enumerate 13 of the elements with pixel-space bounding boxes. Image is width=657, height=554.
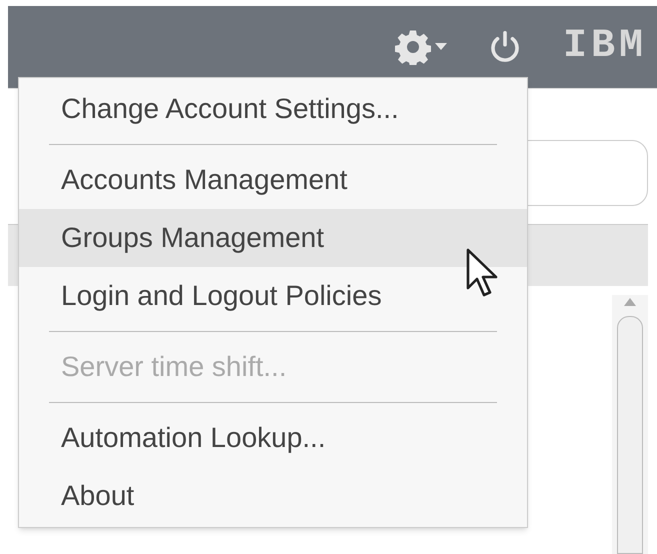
menu-item[interactable]: About	[19, 467, 527, 525]
scroll-thumb[interactable]	[617, 316, 643, 554]
scroll-bar[interactable]	[612, 295, 648, 554]
logo: IBM	[562, 27, 647, 67]
menu-item[interactable]: Automation Lookup...	[19, 409, 527, 467]
menu-item[interactable]: Change Account Settings...	[19, 80, 527, 138]
scroll-up-icon	[624, 298, 636, 306]
settings-menu-button[interactable]	[394, 29, 447, 65]
menu-item[interactable]: Login and Logout Policies	[19, 267, 527, 325]
menu-item[interactable]: Groups Management	[19, 209, 527, 267]
caret-icon	[434, 43, 447, 51]
settings-icon	[394, 29, 431, 65]
menu-item[interactable]: Accounts Management	[19, 151, 527, 209]
